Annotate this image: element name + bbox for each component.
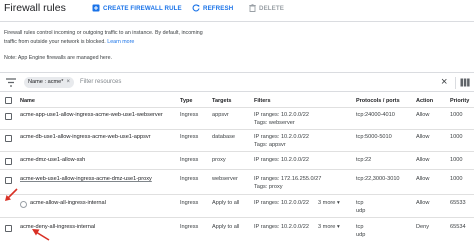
- col-header-protocols[interactable]: Protocols / ports: [356, 98, 400, 104]
- col-header-action[interactable]: Action: [416, 98, 433, 104]
- rule-type: Ingress: [180, 200, 199, 206]
- filter-chip-label: Name : acme*: [28, 79, 64, 85]
- rule-priority: 1000: [450, 176, 463, 182]
- more-filters-dropdown[interactable]: 3 more ▾: [318, 224, 340, 230]
- more-filters-label: 3 more: [318, 200, 336, 206]
- annotation-arrow-icon: [5, 188, 18, 201]
- rule-protocols: tcp:24000-4010: [356, 112, 395, 118]
- rule-targets: webserver: [212, 176, 238, 182]
- rule-action: Allow: [416, 157, 430, 163]
- rule-action: Deny: [416, 224, 430, 230]
- rule-filters: IP ranges: 10.2.0.0/22: [254, 134, 309, 140]
- row-divider: [0, 129, 474, 130]
- rule-filter-tags: Tags: proxy: [254, 184, 283, 190]
- filter-icon: [6, 78, 16, 87]
- rule-filters: IP ranges: 10.2.0.0/22: [254, 157, 309, 163]
- rule-targets: appsvr: [212, 112, 229, 118]
- col-header-targets[interactable]: Targets: [212, 98, 231, 104]
- rule-type: Ingress: [180, 112, 199, 118]
- header-divider: [0, 21, 474, 22]
- col-header-priority[interactable]: Priority: [450, 98, 469, 104]
- rule-targets: Apply to all: [212, 224, 240, 230]
- rule-name[interactable]: acme-dmz-use1-allow-ssh: [20, 157, 85, 163]
- rule-protocols: tcp: [356, 200, 364, 206]
- row-divider: [0, 217, 474, 218]
- rule-protocols: tcp:5000-5010: [356, 134, 392, 140]
- rule-name[interactable]: acme-db-use1-allow-ingress-acme-web-use1…: [20, 134, 151, 140]
- row-divider: [0, 194, 474, 195]
- col-header-filters[interactable]: Filters: [254, 98, 271, 104]
- trash-icon: [249, 4, 256, 12]
- rule-protocols: tcp:22: [356, 157, 372, 163]
- rule-targets: database: [212, 134, 236, 140]
- refresh-button[interactable]: REFRESH: [192, 4, 233, 12]
- rule-priority: 1000: [450, 157, 463, 163]
- row-checkbox[interactable]: [5, 158, 12, 165]
- rule-type: Ingress: [180, 157, 199, 163]
- rule-targets: proxy: [212, 157, 226, 163]
- column-display-icon[interactable]: [460, 78, 470, 87]
- more-filters-label: 3 more: [318, 224, 336, 230]
- rule-action: Allow: [416, 134, 430, 140]
- rule-priority: 1000: [450, 134, 463, 140]
- rule-protocols: tcp: [356, 224, 364, 230]
- rule-protocols-udp: udp: [356, 232, 366, 238]
- annotation-arrow-icon: [32, 229, 50, 241]
- filter-chip-name[interactable]: Name : acme* ×: [24, 77, 74, 88]
- more-filters-dropdown[interactable]: 3 more ▾: [318, 200, 340, 206]
- refresh-icon: [192, 4, 200, 12]
- rule-filter-tags: Tags: webserver: [254, 120, 295, 126]
- col-header-name[interactable]: Name: [20, 98, 35, 104]
- delete-label: DELETE: [259, 4, 285, 12]
- rule-protocols-udp: udp: [356, 208, 366, 214]
- chip-close-icon[interactable]: ×: [66, 77, 70, 88]
- learn-more-link[interactable]: Learn more: [107, 39, 134, 45]
- col-header-type[interactable]: Type: [180, 98, 192, 104]
- create-firewall-rule-label: CREATE FIREWALL RULE: [103, 4, 182, 12]
- rule-name[interactable]: acme-app-use1-allow-ingress-acme-web-use…: [20, 112, 163, 118]
- select-all-checkbox[interactable]: [5, 97, 12, 104]
- add-box-icon: [92, 4, 100, 12]
- rule-action: Allow: [416, 176, 430, 182]
- clear-filter-icon[interactable]: ×: [441, 76, 447, 88]
- row-checkbox[interactable]: [5, 225, 12, 232]
- app-engine-note: Note: App Engine firewalls are managed h…: [4, 55, 113, 61]
- rule-action: Allow: [416, 200, 430, 206]
- rule-priority: 65534: [450, 224, 466, 230]
- dropdown-arrow-icon: ▾: [336, 224, 340, 230]
- rule-type: Ingress: [180, 224, 199, 230]
- delete-button[interactable]: DELETE: [249, 4, 284, 12]
- rule-type: Ingress: [180, 134, 199, 140]
- rule-action: Allow: [416, 112, 430, 118]
- description-text: Firewall rules control incoming or outgo…: [4, 30, 203, 45]
- rule-filters: IP ranges: 172.16.255.0/27: [254, 176, 322, 182]
- refresh-label: REFRESH: [203, 4, 234, 12]
- dropdown-arrow-icon: ▾: [336, 200, 340, 206]
- filter-divider: [455, 77, 456, 89]
- header-row-divider: [0, 107, 474, 108]
- row-divider: [0, 169, 474, 170]
- rule-filters: IP ranges: 10.2.0.0/22: [254, 224, 309, 230]
- rule-targets: Apply to all: [212, 200, 240, 206]
- rule-filters: IP ranges: 10.2.0.0/22: [254, 112, 309, 118]
- rule-type: Ingress: [180, 176, 199, 182]
- rule-protocols: tcp:22,3000-3010: [356, 176, 400, 182]
- rule-filters: IP ranges: 10.2.0.0/22: [254, 200, 309, 206]
- page-header: Firewall rules CREATE FIREWALL RULE REFR…: [0, 0, 474, 18]
- row-radio[interactable]: [20, 201, 27, 208]
- create-firewall-rule-button[interactable]: CREATE FIREWALL RULE: [92, 4, 182, 12]
- row-checkbox[interactable]: [5, 135, 12, 142]
- filter-input[interactable]: Filter resources: [80, 79, 121, 85]
- rule-name[interactable]: acme-allow-all-ingress-internal: [30, 200, 106, 206]
- row-divider: [0, 151, 474, 152]
- description: Firewall rules control incoming or outgo…: [4, 29, 214, 46]
- rule-priority: 65533: [450, 200, 466, 206]
- row-checkbox[interactable]: [5, 113, 12, 120]
- filter-bar: Name : acme* × Filter resources ×: [0, 72, 474, 92]
- row-checkbox[interactable]: [5, 177, 12, 184]
- page-title: Firewall rules: [4, 2, 66, 14]
- rule-filter-tags: Tags: appsvr: [254, 142, 286, 148]
- rule-priority: 1000: [450, 112, 463, 118]
- rule-name[interactable]: acme-web-use1-allow-ingress-acme-dmz-use…: [20, 176, 152, 182]
